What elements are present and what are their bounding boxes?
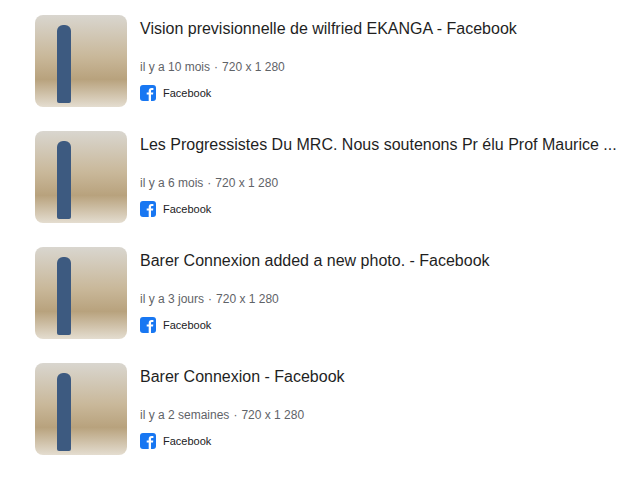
result-age: il y a 3 jours — [140, 291, 204, 307]
result-thumbnail[interactable] — [35, 15, 127, 107]
facebook-icon — [140, 85, 156, 101]
result-size: 720 x 1 280 — [222, 59, 285, 75]
result-meta: il y a 2 semaines·720 x 1 280 — [140, 407, 345, 423]
result-thumbnail[interactable] — [35, 247, 127, 339]
result-item[interactable]: Vision previsionnelle de wilfried EKANGA… — [35, 15, 637, 107]
result-thumbnail[interactable] — [35, 131, 127, 223]
meta-separator: · — [207, 175, 211, 191]
result-source[interactable]: Facebook — [140, 317, 490, 333]
result-size: 720 x 1 280 — [215, 175, 278, 191]
meta-separator: · — [233, 407, 237, 423]
result-title[interactable]: Les Progressistes Du MRC. Nous soutenons… — [140, 134, 617, 156]
result-size: 720 x 1 280 — [216, 291, 279, 307]
result-item[interactable]: Les Progressistes Du MRC. Nous soutenons… — [35, 131, 637, 223]
result-source[interactable]: Facebook — [140, 433, 345, 449]
result-meta: il y a 10 mois·720 x 1 280 — [140, 59, 517, 75]
meta-separator: · — [214, 59, 218, 75]
result-title[interactable]: Vision previsionnelle de wilfried EKANGA… — [140, 18, 517, 40]
result-item[interactable]: Barer Connexion - Facebook il y a 2 semai… — [35, 363, 637, 455]
result-title[interactable]: Barer Connexion added a new photo. - Fac… — [140, 250, 490, 272]
result-source[interactable]: Facebook — [140, 201, 617, 217]
result-source[interactable]: Facebook — [140, 85, 517, 101]
facebook-icon — [140, 201, 156, 217]
result-item[interactable]: Barer Connexion added a new photo. - Fac… — [35, 247, 637, 339]
result-meta: il y a 3 jours·720 x 1 280 — [140, 291, 490, 307]
meta-separator: · — [208, 291, 212, 307]
result-age: il y a 2 semaines — [140, 407, 229, 423]
result-size: 720 x 1 280 — [241, 407, 304, 423]
facebook-icon — [140, 317, 156, 333]
result-thumbnail[interactable] — [35, 363, 127, 455]
facebook-icon — [140, 433, 156, 449]
result-age: il y a 10 mois — [140, 59, 210, 75]
result-meta: il y a 6 mois·720 x 1 280 — [140, 175, 617, 191]
result-title[interactable]: Barer Connexion - Facebook — [140, 366, 345, 388]
result-age: il y a 6 mois — [140, 175, 203, 191]
results-list: Vision previsionnelle de wilfried EKANGA… — [0, 0, 637, 480]
